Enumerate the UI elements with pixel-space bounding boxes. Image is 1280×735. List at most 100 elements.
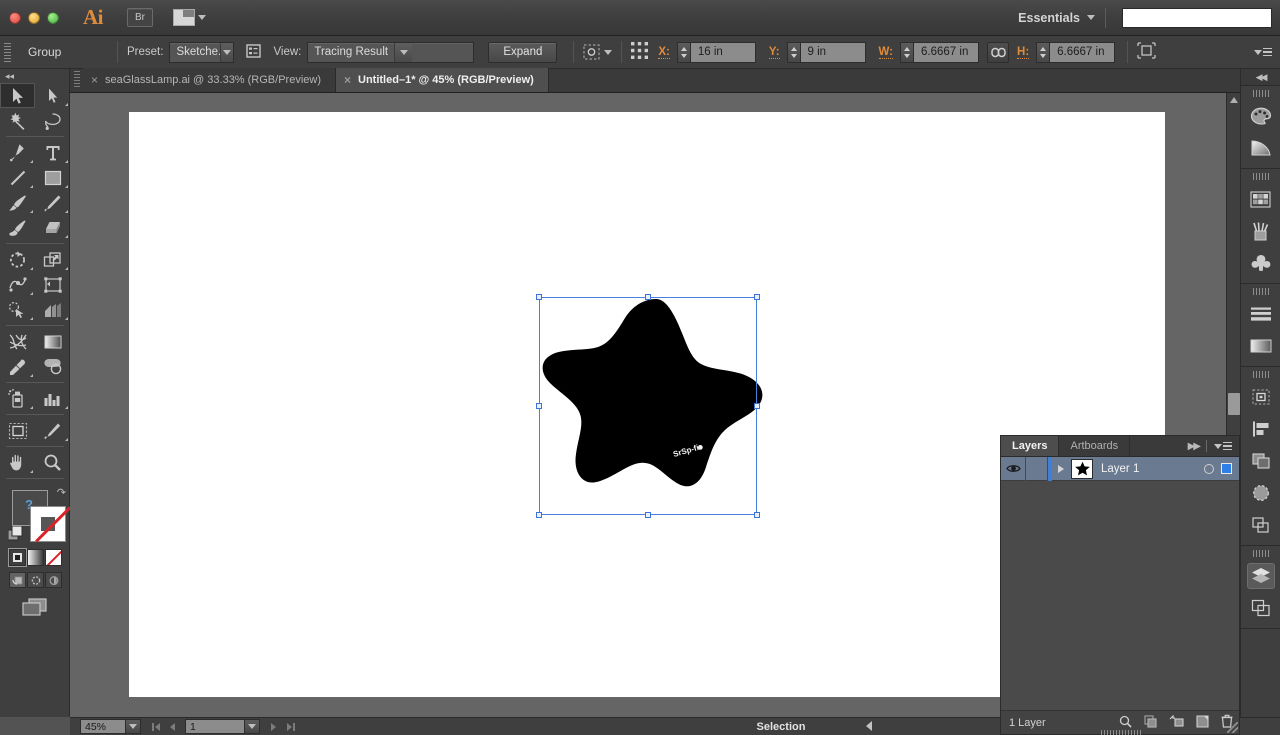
- dock-group-grip[interactable]: [1252, 173, 1269, 180]
- fill-swatch[interactable]: [30, 506, 71, 543]
- tab-artboards[interactable]: Artboards: [1059, 436, 1131, 456]
- create-new-layer-icon[interactable]: [1196, 714, 1209, 731]
- resize-handle-ne[interactable]: [754, 294, 760, 300]
- draw-normal-mode-button[interactable]: [9, 572, 26, 588]
- collapse-panel-icon[interactable]: ▶▶: [1188, 441, 1201, 452]
- panel-drag-grip[interactable]: [1101, 730, 1141, 735]
- dock-group-grip[interactable]: [1252, 288, 1269, 295]
- search-input[interactable]: [1122, 7, 1272, 28]
- w-value[interactable]: 6.6667 in: [913, 41, 980, 63]
- y-field[interactable]: 9 in: [786, 41, 866, 63]
- scale-tool[interactable]: [35, 247, 70, 272]
- layers-list[interactable]: Layer 1: [1001, 456, 1239, 711]
- zoom-level-value[interactable]: 45%: [80, 719, 126, 734]
- layer-name[interactable]: Layer 1: [1101, 463, 1139, 475]
- selection-bounding-box[interactable]: [536, 294, 760, 518]
- preset-dropdown[interactable]: Sketche...: [169, 41, 235, 63]
- draw-inside-mode-button[interactable]: [45, 572, 62, 588]
- isolate-group-button[interactable]: [583, 44, 613, 60]
- zoom-tool[interactable]: [35, 450, 70, 475]
- close-icon[interactable]: ×: [91, 74, 98, 86]
- width-tool[interactable]: [0, 272, 35, 297]
- align-panel-button[interactable]: [1241, 413, 1280, 445]
- h-field[interactable]: 6.6667 in: [1036, 41, 1116, 63]
- document-tab-1[interactable]: × seaGlassLamp.ai @ 33.33% (RGB/Preview): [83, 68, 336, 92]
- blend-tool[interactable]: [35, 354, 70, 379]
- vertical-scroll-thumb[interactable]: [1228, 393, 1240, 415]
- mesh-tool[interactable]: [0, 329, 35, 354]
- perspective-grid-tool[interactable]: [35, 297, 70, 322]
- w-stepper[interactable]: [900, 41, 914, 63]
- gradient-mode-button[interactable]: [27, 549, 44, 566]
- rectangle-tool[interactable]: [35, 165, 70, 190]
- layer-selected-art-indicator[interactable]: [1221, 463, 1232, 474]
- draw-behind-mode-button[interactable]: [27, 572, 44, 588]
- default-fill-stroke-icon[interactable]: [7, 525, 23, 541]
- collapse-tools-icon[interactable]: ◂◂: [5, 71, 14, 82]
- transform-each-icon[interactable]: [1137, 42, 1156, 62]
- dock-group-grip[interactable]: [1252, 371, 1269, 378]
- arrange-documents-button[interactable]: [173, 9, 206, 26]
- resize-handle-e[interactable]: [754, 403, 760, 409]
- hand-tool[interactable]: [0, 450, 35, 475]
- y-stepper[interactable]: [786, 41, 800, 63]
- next-page-button[interactable]: [265, 719, 282, 734]
- stroke-panel-button[interactable]: [1241, 298, 1280, 330]
- tab-layers[interactable]: Layers: [1001, 436, 1060, 456]
- color-panel-button[interactable]: [1241, 100, 1280, 132]
- resize-handle-n[interactable]: [645, 294, 651, 300]
- rotate-tool[interactable]: [0, 247, 35, 272]
- resize-handle-nw[interactable]: [536, 294, 542, 300]
- last-page-button[interactable]: [282, 719, 299, 734]
- view-dropdown[interactable]: Tracing Result: [307, 41, 475, 63]
- h-stepper[interactable]: [1036, 41, 1050, 63]
- bridge-button[interactable]: Br: [127, 8, 153, 27]
- pen-tool[interactable]: [0, 140, 35, 165]
- chevron-down-icon[interactable]: [126, 719, 141, 734]
- symbols-panel-button[interactable]: [1241, 247, 1280, 279]
- scroll-up-icon[interactable]: [1230, 97, 1238, 103]
- workspace-switcher[interactable]: Essentials: [1018, 11, 1095, 25]
- artboards-panel-button[interactable]: [1241, 592, 1280, 624]
- tab-bar-grip[interactable]: [74, 71, 83, 89]
- minimize-button[interactable]: [28, 11, 40, 24]
- resize-handle-se[interactable]: [754, 512, 760, 518]
- table-row[interactable]: Layer 1: [1001, 456, 1239, 481]
- layer-visibility-toggle[interactable]: [1001, 456, 1026, 481]
- layer-expand-toggle[interactable]: [1052, 464, 1069, 473]
- free-transform-tool[interactable]: [35, 272, 70, 297]
- tracing-options-icon[interactable]: [246, 43, 262, 61]
- gradient-tool[interactable]: [35, 329, 70, 354]
- pathfinder-panel-button[interactable]: [1241, 445, 1280, 477]
- magic-wand-tool[interactable]: [0, 108, 35, 133]
- panel-menu-icon[interactable]: [1254, 47, 1272, 57]
- control-bar-grip[interactable]: [2, 41, 12, 63]
- paintbrush-tool[interactable]: [0, 190, 35, 215]
- pencil-tool[interactable]: [35, 190, 70, 215]
- constrain-proportions-icon[interactable]: [987, 41, 1010, 63]
- y-value[interactable]: 9 in: [799, 41, 866, 63]
- prev-page-button[interactable]: [164, 719, 181, 734]
- change-screen-mode-button[interactable]: [0, 597, 69, 617]
- w-field[interactable]: 6.6667 in: [900, 41, 980, 63]
- expand-button[interactable]: Expand: [488, 41, 558, 63]
- transform-panel-button[interactable]: [1241, 381, 1280, 413]
- swatches-panel-button[interactable]: [1241, 183, 1280, 215]
- color-guide-panel-button[interactable]: [1241, 132, 1280, 164]
- first-page-button[interactable]: [147, 719, 164, 734]
- none-mode-button[interactable]: [45, 549, 62, 566]
- page-number-field[interactable]: 1: [185, 719, 260, 734]
- panel-resize-grip[interactable]: [1227, 722, 1238, 733]
- dock-group-grip[interactable]: [1252, 550, 1269, 557]
- scroll-left-icon[interactable]: [866, 721, 872, 731]
- appearance-panel-button[interactable]: [1241, 509, 1280, 541]
- resize-handle-sw[interactable]: [536, 512, 542, 518]
- panel-menu-icon[interactable]: [1214, 441, 1232, 451]
- chevron-down-icon[interactable]: [245, 719, 260, 734]
- eraser-tool[interactable]: [35, 215, 70, 240]
- layers-panel-button[interactable]: [1241, 560, 1280, 592]
- x-value[interactable]: 16 in: [689, 41, 756, 63]
- make-clipping-mask-icon[interactable]: [1144, 714, 1157, 731]
- selection-tool[interactable]: [0, 83, 35, 108]
- shape-builder-tool[interactable]: [0, 297, 35, 322]
